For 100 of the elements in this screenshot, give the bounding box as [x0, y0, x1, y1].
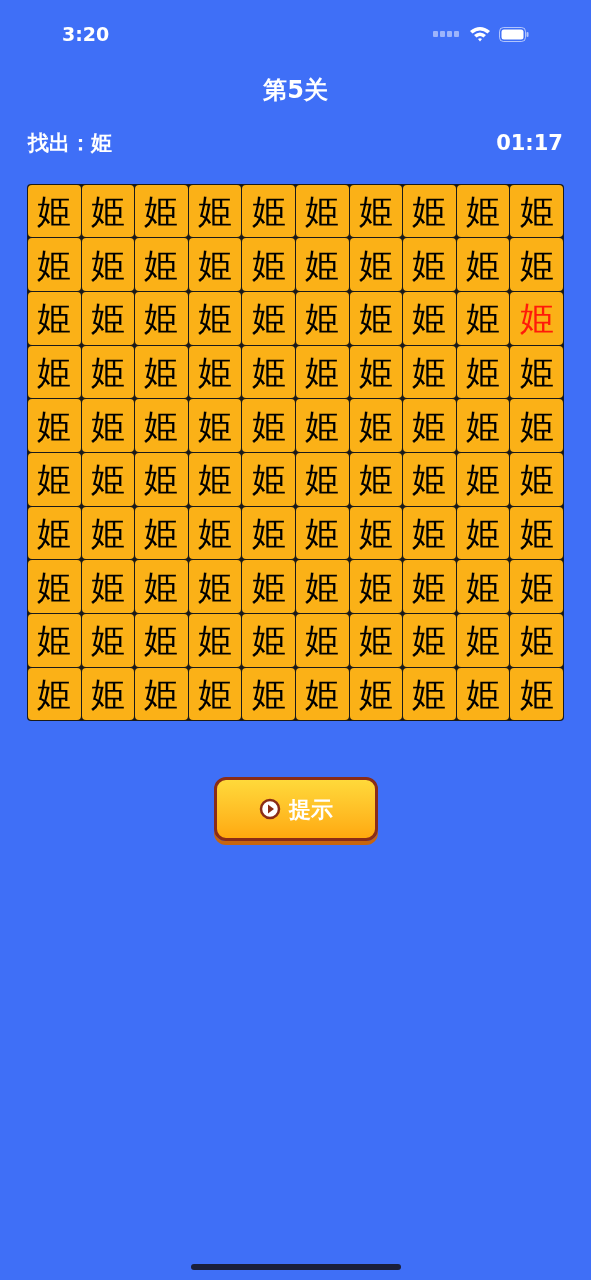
character-tile[interactable]: 姫 — [81, 667, 135, 721]
character-tile[interactable]: 姫 — [188, 667, 242, 721]
character-tile[interactable]: 姫 — [296, 238, 349, 291]
character-tile[interactable]: 姫 — [403, 345, 456, 399]
character-tile[interactable]: 姫 — [135, 238, 188, 291]
character-tile[interactable]: 姫 — [81, 614, 135, 667]
character-tile[interactable]: 姫 — [28, 452, 81, 506]
character-tile[interactable]: 姫 — [510, 506, 563, 560]
character-tile[interactable]: 姫 — [242, 238, 295, 291]
character-tile[interactable]: 姫 — [242, 452, 295, 506]
character-tile[interactable]: 姫 — [81, 238, 135, 291]
character-tile[interactable]: 姫 — [349, 506, 403, 560]
character-tile[interactable]: 姫 — [242, 614, 295, 667]
character-tile[interactable]: 姫 — [188, 399, 242, 452]
character-tile[interactable]: 姫 — [510, 667, 563, 721]
character-tile[interactable]: 姫 — [456, 560, 510, 613]
character-tile[interactable]: 姫 — [188, 614, 242, 667]
character-tile[interactable]: 姫 — [403, 399, 456, 452]
character-tile[interactable]: 姫 — [135, 667, 188, 721]
character-tile[interactable]: 姫 — [349, 452, 403, 506]
character-tile[interactable]: 姫 — [81, 184, 135, 238]
character-tile[interactable]: 姫 — [456, 614, 510, 667]
character-tile[interactable]: 姫 — [135, 345, 188, 399]
character-tile[interactable]: 姫 — [242, 667, 295, 721]
character-tile[interactable]: 姫 — [456, 291, 510, 345]
character-tile[interactable]: 姫 — [28, 399, 81, 452]
character-tile[interactable]: 姫 — [242, 184, 295, 238]
character-tile[interactable]: 姫 — [349, 560, 403, 613]
character-tile[interactable]: 姫 — [135, 399, 188, 452]
character-tile[interactable]: 姫 — [296, 614, 349, 667]
character-tile[interactable]: 姫 — [510, 399, 563, 452]
character-tile[interactable]: 姫 — [296, 452, 349, 506]
character-tile[interactable]: 姫 — [510, 345, 563, 399]
character-tile[interactable]: 姫 — [349, 238, 403, 291]
character-tile[interactable]: 姫 — [296, 667, 349, 721]
character-tile[interactable]: 姫 — [81, 345, 135, 399]
character-tile[interactable]: 姫 — [242, 399, 295, 452]
character-tile[interactable]: 姫 — [28, 291, 81, 345]
character-tile[interactable]: 姫 — [349, 614, 403, 667]
character-tile[interactable]: 姫 — [510, 238, 563, 291]
character-tile[interactable]: 姫 — [296, 506, 349, 560]
character-tile[interactable]: 姫 — [188, 291, 242, 345]
character-tile[interactable]: 姫 — [81, 452, 135, 506]
character-tile[interactable]: 姫 — [349, 399, 403, 452]
character-tile[interactable]: 姫 — [81, 506, 135, 560]
character-tile[interactable]: 姫 — [349, 667, 403, 721]
character-tile[interactable]: 姫 — [456, 345, 510, 399]
timer: 01:17 — [496, 130, 563, 157]
character-tile[interactable]: 姫 — [403, 291, 456, 345]
character-tile[interactable]: 姫 — [296, 291, 349, 345]
character-tile[interactable]: 姫 — [296, 345, 349, 399]
character-tile[interactable]: 姫 — [135, 614, 188, 667]
character-tile[interactable]: 姫 — [510, 452, 563, 506]
character-tile[interactable]: 姫 — [403, 452, 456, 506]
character-tile[interactable]: 姫 — [242, 506, 295, 560]
character-tile[interactable]: 姫 — [296, 399, 349, 452]
character-tile[interactable]: 姫 — [135, 291, 188, 345]
character-tile[interactable]: 姫 — [349, 345, 403, 399]
character-tile[interactable]: 姫 — [28, 667, 81, 721]
character-tile[interactable]: 姫 — [456, 667, 510, 721]
character-tile[interactable]: 姫 — [456, 238, 510, 291]
character-tile[interactable]: 姫 — [188, 345, 242, 399]
character-tile[interactable]: 姫 — [296, 184, 349, 238]
character-tile[interactable]: 姫 — [28, 560, 81, 613]
character-tile[interactable]: 姫 — [28, 614, 81, 667]
character-tile[interactable]: 姫 — [296, 560, 349, 613]
character-tile[interactable]: 姫 — [28, 238, 81, 291]
character-tile[interactable]: 姫 — [188, 506, 242, 560]
character-tile[interactable]: 姫 — [135, 184, 188, 238]
character-tile[interactable]: 姫 — [28, 184, 81, 238]
character-tile[interactable]: 姫 — [135, 506, 188, 560]
character-tile[interactable]: 姫 — [188, 560, 242, 613]
character-tile[interactable]: 姫 — [403, 667, 456, 721]
character-tile[interactable]: 姫 — [510, 614, 563, 667]
character-tile[interactable]: 姫 — [188, 238, 242, 291]
character-tile[interactable]: 姫 — [188, 452, 242, 506]
character-tile[interactable]: 姫 — [456, 452, 510, 506]
character-tile[interactable]: 姫 — [510, 184, 563, 238]
character-tile[interactable]: 姫 — [81, 291, 135, 345]
character-tile[interactable]: 姫 — [349, 291, 403, 345]
character-tile[interactable]: 姫 — [188, 184, 242, 238]
character-tile[interactable]: 姫 — [403, 506, 456, 560]
character-tile[interactable]: 姫 — [349, 184, 403, 238]
character-tile[interactable]: 姫 — [456, 184, 510, 238]
character-tile[interactable]: 姫 — [28, 506, 81, 560]
character-tile[interactable]: 姫 — [135, 560, 188, 613]
character-tile[interactable]: 姫 — [403, 184, 456, 238]
character-tile[interactable]: 姫 — [403, 614, 456, 667]
character-tile[interactable]: 姫 — [242, 560, 295, 613]
character-tile[interactable]: 姫 — [135, 452, 188, 506]
character-tile[interactable]: 姫 — [403, 560, 456, 613]
character-tile[interactable]: 姫 — [510, 560, 563, 613]
character-tile[interactable]: 姫 — [403, 238, 456, 291]
character-tile[interactable]: 姫 — [242, 291, 295, 345]
character-tile[interactable]: 姫 — [456, 506, 510, 560]
character-tile[interactable]: 姫 — [81, 399, 135, 452]
character-tile[interactable]: 姫 — [456, 399, 510, 452]
character-tile[interactable]: 姫 — [242, 345, 295, 399]
character-tile[interactable]: 姫 — [81, 560, 135, 613]
character-tile[interactable]: 姫 — [28, 345, 81, 399]
